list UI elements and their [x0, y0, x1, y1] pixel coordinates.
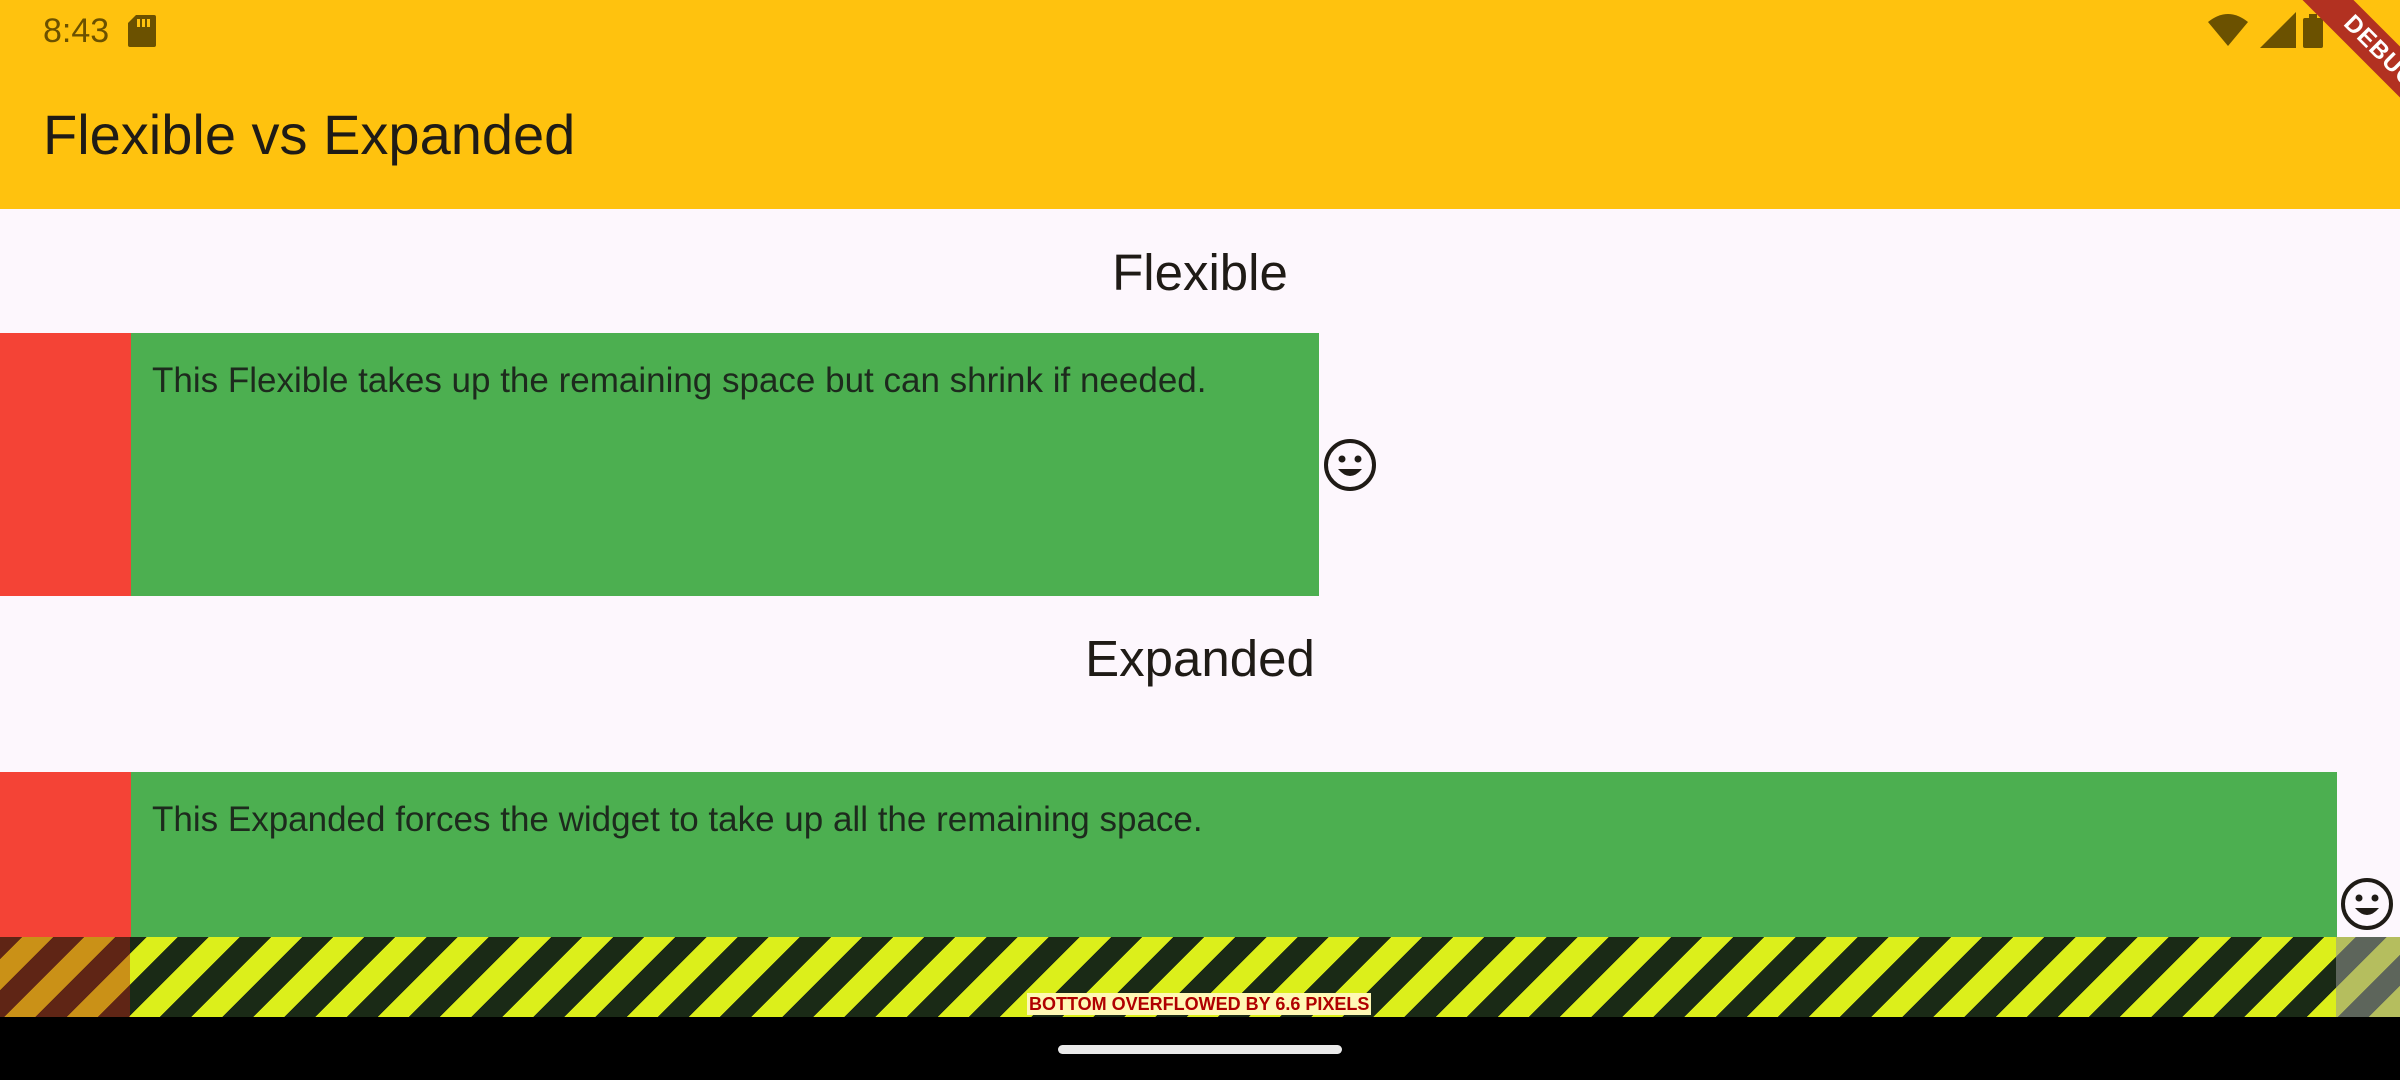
overflow-stripes-left-shade — [0, 937, 130, 1017]
overflow-warning-stripes: BOTTOM OVERFLOWED BY 6.6 PIXELS — [0, 937, 2400, 1017]
wifi-icon — [2208, 14, 2248, 53]
battery-icon — [2303, 14, 2323, 53]
expanded-red-box — [0, 772, 131, 942]
flexible-green-box: This Flexible takes up the remaining spa… — [131, 333, 1319, 596]
status-bar: 8:43 — [0, 0, 2400, 62]
signal-icon — [2260, 12, 2296, 53]
smiley-face-icon — [1322, 437, 1378, 498]
overflow-stripes-right-shade — [2336, 937, 2400, 1017]
sd-card-icon — [128, 15, 156, 52]
smiley-face-icon — [2339, 876, 2395, 937]
expanded-box-text: This Expanded forces the widget to take … — [152, 800, 1203, 839]
expanded-green-box: This Expanded forces the widget to take … — [131, 772, 2337, 942]
overflow-warning-label: BOTTOM OVERFLOWED BY 6.6 PIXELS — [1027, 993, 1372, 1015]
home-indicator[interactable] — [1058, 1045, 1342, 1054]
status-time: 8:43 — [43, 12, 110, 50]
expanded-heading: Expanded — [1085, 630, 1315, 687]
flexible-heading: Flexible — [1112, 244, 1288, 301]
flexible-red-box — [0, 333, 131, 596]
app-bar: Flexible vs Expanded — [0, 62, 2400, 209]
page-title: Flexible vs Expanded — [43, 103, 576, 166]
flexible-box-text: This Flexible takes up the remaining spa… — [152, 361, 1207, 400]
navigation-bar — [0, 1017, 2400, 1080]
